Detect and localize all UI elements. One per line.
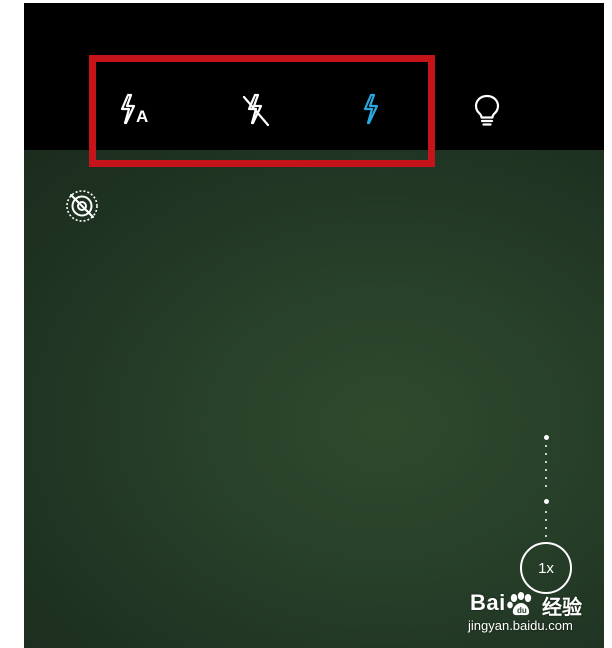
hdr-off-icon — [66, 190, 98, 222]
hdr-off-button[interactable] — [64, 188, 100, 224]
watermark-brand-cn: 经验 — [542, 597, 582, 619]
torch-button[interactable] — [465, 89, 509, 133]
camera-viewfinder[interactable] — [24, 150, 604, 648]
zoom-tick — [545, 445, 547, 447]
zoom-tick — [545, 519, 547, 521]
zoom-tick — [545, 469, 547, 471]
zoom-tick — [545, 461, 547, 463]
flash-options-highlight — [89, 55, 435, 167]
watermark-url: jingyan.baidu.com — [468, 618, 573, 633]
watermark-brand: Bai — [470, 590, 506, 615]
camera-screen: A 1x — [24, 3, 604, 648]
zoom-tick — [545, 535, 547, 537]
zoom-tick — [543, 435, 549, 440]
zoom-tick — [545, 485, 547, 487]
baidu-jingyan-watermark: Bai du 经验 jingyan.baidu.com — [466, 590, 606, 640]
zoom-tick — [545, 477, 547, 479]
zoom-tick — [543, 499, 549, 504]
zoom-tick — [545, 527, 547, 529]
svg-text:du: du — [517, 606, 527, 615]
zoom-level-button[interactable]: 1x — [520, 542, 572, 594]
zoom-tick — [545, 511, 547, 513]
zoom-tick — [545, 453, 547, 455]
paw-icon: du — [507, 592, 532, 616]
lightbulb-icon — [474, 94, 500, 126]
